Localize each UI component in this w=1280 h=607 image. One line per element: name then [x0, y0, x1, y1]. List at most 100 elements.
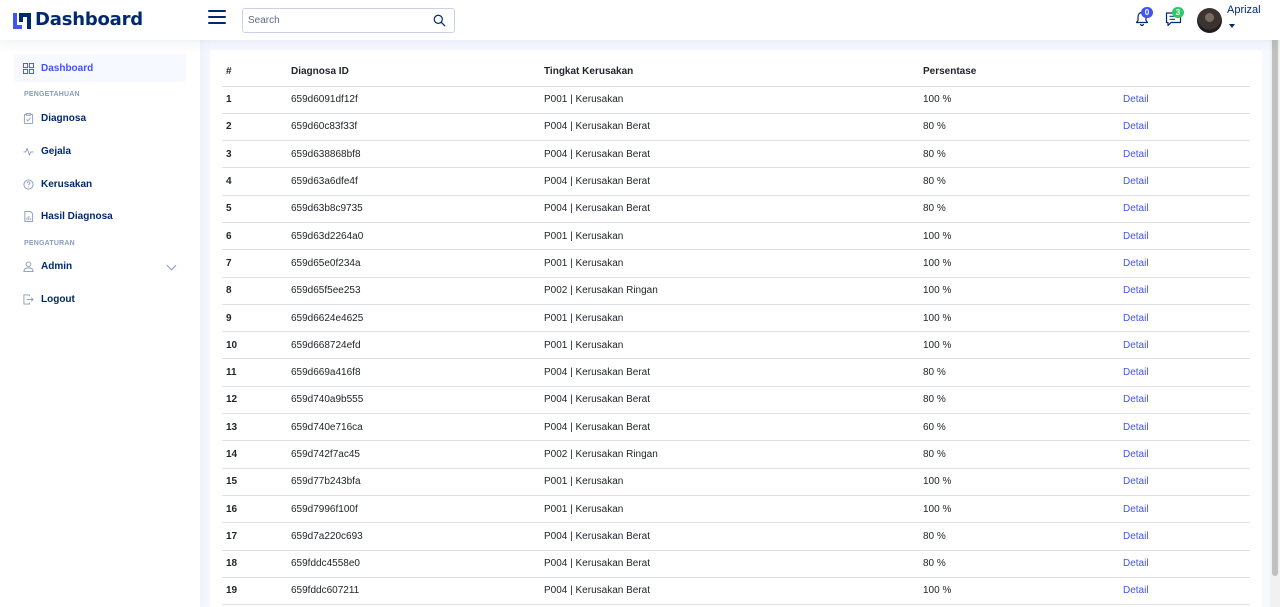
row-persentase: 100 % [919, 331, 1119, 360]
row-diagnosa-id: 659d7996f100f [287, 495, 540, 524]
sidebar-item-label: Gejala [41, 145, 72, 157]
sidebar-item-logout[interactable]: Logout [14, 285, 186, 313]
row-tingkat-kerusakan: P004 | Kerusakan Berat [540, 195, 919, 223]
detail-link[interactable]: Detail [1123, 285, 1149, 296]
sidebar-item-admin[interactable]: Admin [14, 252, 186, 280]
sidebar-heading-pengaturan: PENGATURAN [24, 240, 75, 247]
row-persentase: 80 % [919, 140, 1119, 169]
row-tingkat-kerusakan: P001 | Kerusakan [540, 468, 919, 496]
search-input[interactable] [243, 9, 423, 32]
row-number: 9 [222, 304, 287, 333]
row-tingkat-kerusakan: P002 | Kerusakan Ringan [540, 277, 919, 305]
row-number: 1 [222, 86, 287, 114]
detail-link[interactable]: Detail [1123, 121, 1149, 132]
row-diagnosa-id: 659d77b243bfa [287, 468, 540, 496]
detail-link[interactable]: Detail [1123, 476, 1149, 487]
row-number: 5 [222, 195, 287, 223]
detail-link[interactable]: Detail [1123, 367, 1149, 378]
row-action-cell: Detail [1119, 522, 1250, 551]
table-row: 2 659d60c83f33f P004 | Kerusakan Berat 80 %… [222, 113, 1250, 142]
detail-link[interactable]: Detail [1123, 176, 1149, 187]
detail-link[interactable]: Detail [1123, 203, 1149, 214]
row-tingkat-kerusakan: P001 | Kerusakan [540, 331, 919, 360]
row-number: 6 [222, 222, 287, 251]
detail-link[interactable]: Detail [1123, 394, 1149, 405]
grid-icon [23, 62, 34, 74]
row-persentase: 100 % [919, 222, 1119, 251]
row-diagnosa-id: 659d65f5ee253 [287, 277, 540, 305]
row-action-cell: Detail [1119, 440, 1250, 469]
row-persentase: 100 % [919, 577, 1119, 606]
row-number: 11 [222, 358, 287, 387]
detail-link[interactable]: Detail [1123, 340, 1149, 351]
row-number: 10 [222, 331, 287, 360]
avatar[interactable] [1197, 8, 1222, 33]
detail-link[interactable]: Detail [1123, 94, 1149, 105]
sidebar-item-diagnosa[interactable]: Diagnosa [14, 104, 186, 132]
row-tingkat-kerusakan: P004 | Kerusakan Berat [540, 550, 919, 578]
row-tingkat-kerusakan: P001 | Kerusakan [540, 495, 919, 524]
clipboard-icon [23, 112, 34, 124]
table-row: 17 659d7a220c693 P004 | Kerusakan Berat 80 … [222, 522, 1250, 551]
menu-toggle-icon[interactable] [208, 10, 226, 26]
row-persentase: 100 % [919, 249, 1119, 278]
row-action-cell: Detail [1119, 113, 1250, 142]
sidebar-item-kerusakan[interactable]: Kerusakan [14, 170, 186, 198]
row-persentase: 80 % [919, 440, 1119, 469]
table-row: 13 659d740e716ca P004 | Kerusakan Berat 60 … [222, 413, 1250, 442]
table-row: 10 659d668724efd P001 | Kerusakan 100 % Deta… [222, 331, 1250, 360]
detail-link[interactable]: Detail [1123, 149, 1149, 160]
detail-link[interactable]: Detail [1123, 313, 1149, 324]
detail-link[interactable]: Detail [1123, 585, 1149, 596]
row-tingkat-kerusakan: P004 | Kerusakan Berat [540, 140, 919, 169]
row-persentase: 80 % [919, 113, 1119, 142]
table-header-row: # Diagnosa ID Tingkat Kerusakan Persenta… [222, 58, 1250, 87]
detail-link[interactable]: Detail [1123, 258, 1149, 269]
row-tingkat-kerusakan: P004 | Kerusakan Berat [540, 113, 919, 142]
row-diagnosa-id: 659d7a220c693 [287, 522, 540, 551]
chevron-down-icon[interactable] [1229, 24, 1235, 28]
messages-badge: 3 [1172, 7, 1184, 18]
logo[interactable]: Dashboard [12, 8, 143, 32]
scrollbar-thumb[interactable] [1272, 4, 1278, 576]
row-action-cell: Detail [1119, 577, 1250, 606]
user-name[interactable]: Aprizal [1227, 4, 1261, 16]
notifications-button[interactable]: 0 [1134, 7, 1153, 29]
row-action-cell: Detail [1119, 331, 1250, 360]
detail-link[interactable]: Detail [1123, 449, 1149, 460]
row-tingkat-kerusakan: P001 | Kerusakan [540, 249, 919, 278]
chevron-down-icon[interactable] [166, 260, 177, 271]
table-row: 1 659d6091df12f P001 | Kerusakan 100 % Detai… [222, 86, 1250, 114]
logout-icon [23, 293, 34, 305]
row-diagnosa-id: 659d740a9b555 [287, 386, 540, 415]
sidebar-item-hasil-diagnosa[interactable]: Hasil Diagnosa [14, 202, 186, 230]
row-persentase: 80 % [919, 550, 1119, 578]
sidebar-item-dashboard[interactable]: Dashboard [14, 54, 186, 82]
detail-link[interactable]: Detail [1123, 558, 1149, 569]
detail-link[interactable]: Detail [1123, 231, 1149, 242]
row-number: 19 [222, 577, 287, 606]
row-number: 12 [222, 386, 287, 415]
row-action-cell: Detail [1119, 386, 1250, 415]
detail-link[interactable]: Detail [1123, 422, 1149, 433]
row-diagnosa-id: 659fddc4558e0 [287, 550, 540, 578]
table-row: 14 659d742f7ac45 P002 | Kerusakan Ringan 80… [222, 440, 1250, 469]
messages-button[interactable]: 3 [1165, 7, 1184, 29]
row-number: 2 [222, 113, 287, 142]
row-action-cell: Detail [1119, 277, 1250, 305]
search-icon[interactable] [433, 14, 446, 27]
sidebar-item-gejala[interactable]: Gejala [14, 137, 186, 165]
row-tingkat-kerusakan: P004 | Kerusakan Berat [540, 386, 919, 415]
table-row: 15 659d77b243bfa P001 | Kerusakan 100 % Deta… [222, 468, 1250, 496]
column-header-action [1119, 58, 1250, 87]
page-scrollbar[interactable] [1270, 0, 1280, 607]
table-body: 1 659d6091df12f P001 | Kerusakan 100 % Detai… [222, 86, 1250, 606]
row-diagnosa-id: 659fddc607211 [287, 577, 540, 606]
table-row: 12 659d740a9b555 P004 | Kerusakan Berat 80 … [222, 386, 1250, 415]
detail-link[interactable]: Detail [1123, 531, 1149, 542]
sidebar-heading-pengetahuan: PENGETAHUAN [24, 91, 80, 98]
detail-link[interactable]: Detail [1123, 504, 1149, 515]
report-icon [24, 210, 34, 222]
row-action-cell: Detail [1119, 222, 1250, 251]
row-diagnosa-id: 659d65e0f234a [287, 249, 540, 278]
